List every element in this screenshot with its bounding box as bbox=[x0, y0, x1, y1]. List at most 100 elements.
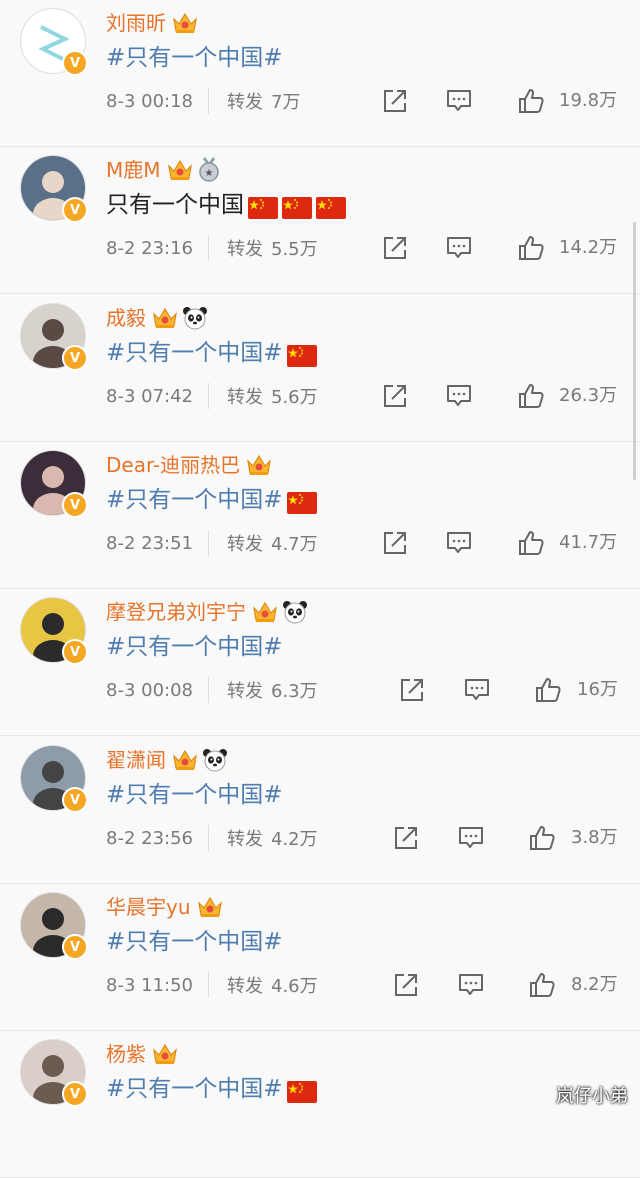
name-row: 成毅 bbox=[106, 303, 208, 333]
weibo-post[interactable]: V 摩登兄弟刘宇宁 #只有一个中国# 8-3 00:08 转发 6.3万 16万 bbox=[0, 589, 640, 736]
like-button[interactable] bbox=[527, 823, 557, 853]
crown-icon bbox=[152, 1042, 178, 1066]
china-flag-icon bbox=[316, 194, 346, 219]
name-row: 杨紫 bbox=[106, 1039, 178, 1069]
like-button[interactable] bbox=[516, 528, 546, 558]
post-text[interactable]: #只有一个中国# bbox=[106, 40, 283, 76]
comment-button[interactable] bbox=[444, 86, 474, 116]
post-content[interactable]: #只有一个中国# bbox=[106, 482, 317, 518]
share-button[interactable] bbox=[380, 233, 410, 263]
repost-count: 5.6万 bbox=[271, 387, 318, 408]
verified-badge-icon: V bbox=[62, 934, 88, 960]
username[interactable]: 成毅 bbox=[106, 303, 146, 333]
like-button[interactable] bbox=[516, 233, 546, 263]
verified-badge-icon: V bbox=[62, 639, 88, 665]
repost-count: 4.2万 bbox=[271, 829, 318, 850]
post-content[interactable]: 只有一个中国 bbox=[106, 187, 346, 223]
username[interactable]: 华晨宇yu bbox=[106, 892, 191, 922]
weibo-post[interactable]: V 杨紫 #只有一个中国# bbox=[0, 1031, 640, 1178]
post-text[interactable]: #只有一个中国# bbox=[106, 1071, 283, 1107]
avatar[interactable]: V bbox=[20, 597, 88, 665]
share-icon bbox=[384, 532, 406, 554]
like-count: 19.8万 bbox=[559, 90, 618, 111]
divider bbox=[208, 88, 209, 114]
comment-button[interactable] bbox=[444, 233, 474, 263]
weibo-post[interactable]: V M鹿M ★ 只有一个中国 8-2 23:16 转发 5.5万 14.2万 bbox=[0, 147, 640, 294]
china-flag-icon bbox=[286, 1078, 317, 1103]
verified-badge-icon: V bbox=[62, 1081, 88, 1107]
avatar[interactable]: V bbox=[20, 892, 88, 960]
like-count: 14.2万 bbox=[559, 237, 618, 258]
comment-icon bbox=[459, 827, 483, 848]
panda-icon bbox=[202, 748, 228, 772]
like-button[interactable] bbox=[516, 86, 546, 116]
like-count: 16万 bbox=[577, 679, 618, 700]
name-row: 摩登兄弟刘宇宁 bbox=[106, 597, 308, 627]
comment-button[interactable] bbox=[456, 823, 486, 853]
post-content[interactable]: #只有一个中国# bbox=[106, 924, 283, 960]
post-text[interactable]: #只有一个中国# bbox=[106, 335, 283, 371]
repost-label: 转发 bbox=[227, 681, 263, 702]
comment-button[interactable] bbox=[462, 675, 492, 705]
comment-button[interactable] bbox=[444, 528, 474, 558]
avatar[interactable]: V bbox=[20, 450, 88, 518]
share-button[interactable] bbox=[380, 381, 410, 411]
share-button[interactable] bbox=[380, 528, 410, 558]
thumbs-up-icon bbox=[519, 236, 544, 260]
post-text[interactable]: #只有一个中国# bbox=[106, 924, 283, 960]
share-icon bbox=[384, 385, 406, 407]
post-text[interactable]: #只有一个中国# bbox=[106, 629, 283, 665]
crown-icon bbox=[167, 158, 193, 182]
divider bbox=[208, 972, 209, 998]
post-meta: 8-3 11:50 转发 4.6万 bbox=[106, 970, 318, 1000]
avatar[interactable]: V bbox=[20, 1039, 88, 1107]
avatar[interactable]: V bbox=[20, 8, 88, 76]
weibo-post[interactable]: V 华晨宇yu #只有一个中国# 8-3 11:50 转发 4.6万 8.2万 bbox=[0, 884, 640, 1031]
repost-label: 转发 bbox=[227, 387, 263, 408]
like-button[interactable] bbox=[533, 675, 563, 705]
share-icon bbox=[384, 237, 406, 259]
weibo-post[interactable]: V Dear-迪丽热巴 #只有一个中国# 8-2 23:51 转发 4.7万 41.7万 bbox=[0, 442, 640, 589]
username[interactable]: 摩登兄弟刘宇宁 bbox=[106, 597, 246, 627]
avatar[interactable]: V bbox=[20, 155, 88, 223]
scrollbar[interactable] bbox=[633, 222, 636, 480]
comment-icon bbox=[447, 237, 471, 258]
avatar[interactable]: V bbox=[20, 745, 88, 813]
username[interactable]: Dear-迪丽热巴 bbox=[106, 450, 240, 480]
like-button[interactable] bbox=[527, 970, 557, 1000]
share-button[interactable] bbox=[380, 86, 410, 116]
like-count: 3.8万 bbox=[571, 827, 618, 848]
like-button[interactable] bbox=[516, 381, 546, 411]
repost-label: 转发 bbox=[227, 829, 263, 850]
avatar[interactable]: V bbox=[20, 303, 88, 371]
post-content[interactable]: #只有一个中国# bbox=[106, 777, 283, 813]
post-content[interactable]: #只有一个中国# bbox=[106, 40, 283, 76]
comment-icon bbox=[465, 679, 489, 700]
crown-icon bbox=[246, 453, 272, 477]
comment-button[interactable] bbox=[444, 381, 474, 411]
repost-count: 4.6万 bbox=[271, 976, 318, 997]
share-button[interactable] bbox=[397, 675, 427, 705]
comment-button[interactable] bbox=[456, 970, 486, 1000]
weibo-comment-feed: V 刘雨昕 #只有一个中国# 8-3 00:18 转发 7万 19.8万 V M鹿M ★ 只有一个中… bbox=[0, 0, 640, 1178]
share-button[interactable] bbox=[391, 970, 421, 1000]
post-text[interactable]: #只有一个中国# bbox=[106, 777, 283, 813]
username[interactable]: 刘雨昕 bbox=[106, 8, 166, 38]
weibo-post[interactable]: V 翟潇闻 #只有一个中国# 8-2 23:56 转发 4.2万 3.8万 bbox=[0, 737, 640, 884]
weibo-post[interactable]: V 成毅 #只有一个中国# 8-3 07:42 转发 5.6万 26.3万 bbox=[0, 295, 640, 442]
crown-icon bbox=[252, 600, 278, 624]
post-content[interactable]: #只有一个中国# bbox=[106, 629, 283, 665]
share-button[interactable] bbox=[391, 823, 421, 853]
post-text[interactable]: #只有一个中国# bbox=[106, 482, 283, 518]
like-count: 41.7万 bbox=[559, 532, 618, 553]
post-content[interactable]: #只有一个中国# bbox=[106, 1071, 317, 1107]
username[interactable]: 杨紫 bbox=[106, 1039, 146, 1069]
repost-count: 7万 bbox=[271, 92, 301, 113]
weibo-post[interactable]: V 刘雨昕 #只有一个中国# 8-3 00:18 转发 7万 19.8万 bbox=[0, 0, 640, 147]
username[interactable]: M鹿M bbox=[106, 155, 161, 185]
crown-icon bbox=[172, 748, 198, 772]
post-content[interactable]: #只有一个中国# bbox=[106, 335, 317, 371]
username[interactable]: 翟潇闻 bbox=[106, 745, 166, 775]
post-time: 8-2 23:56 bbox=[106, 827, 193, 849]
comment-icon bbox=[447, 532, 471, 553]
